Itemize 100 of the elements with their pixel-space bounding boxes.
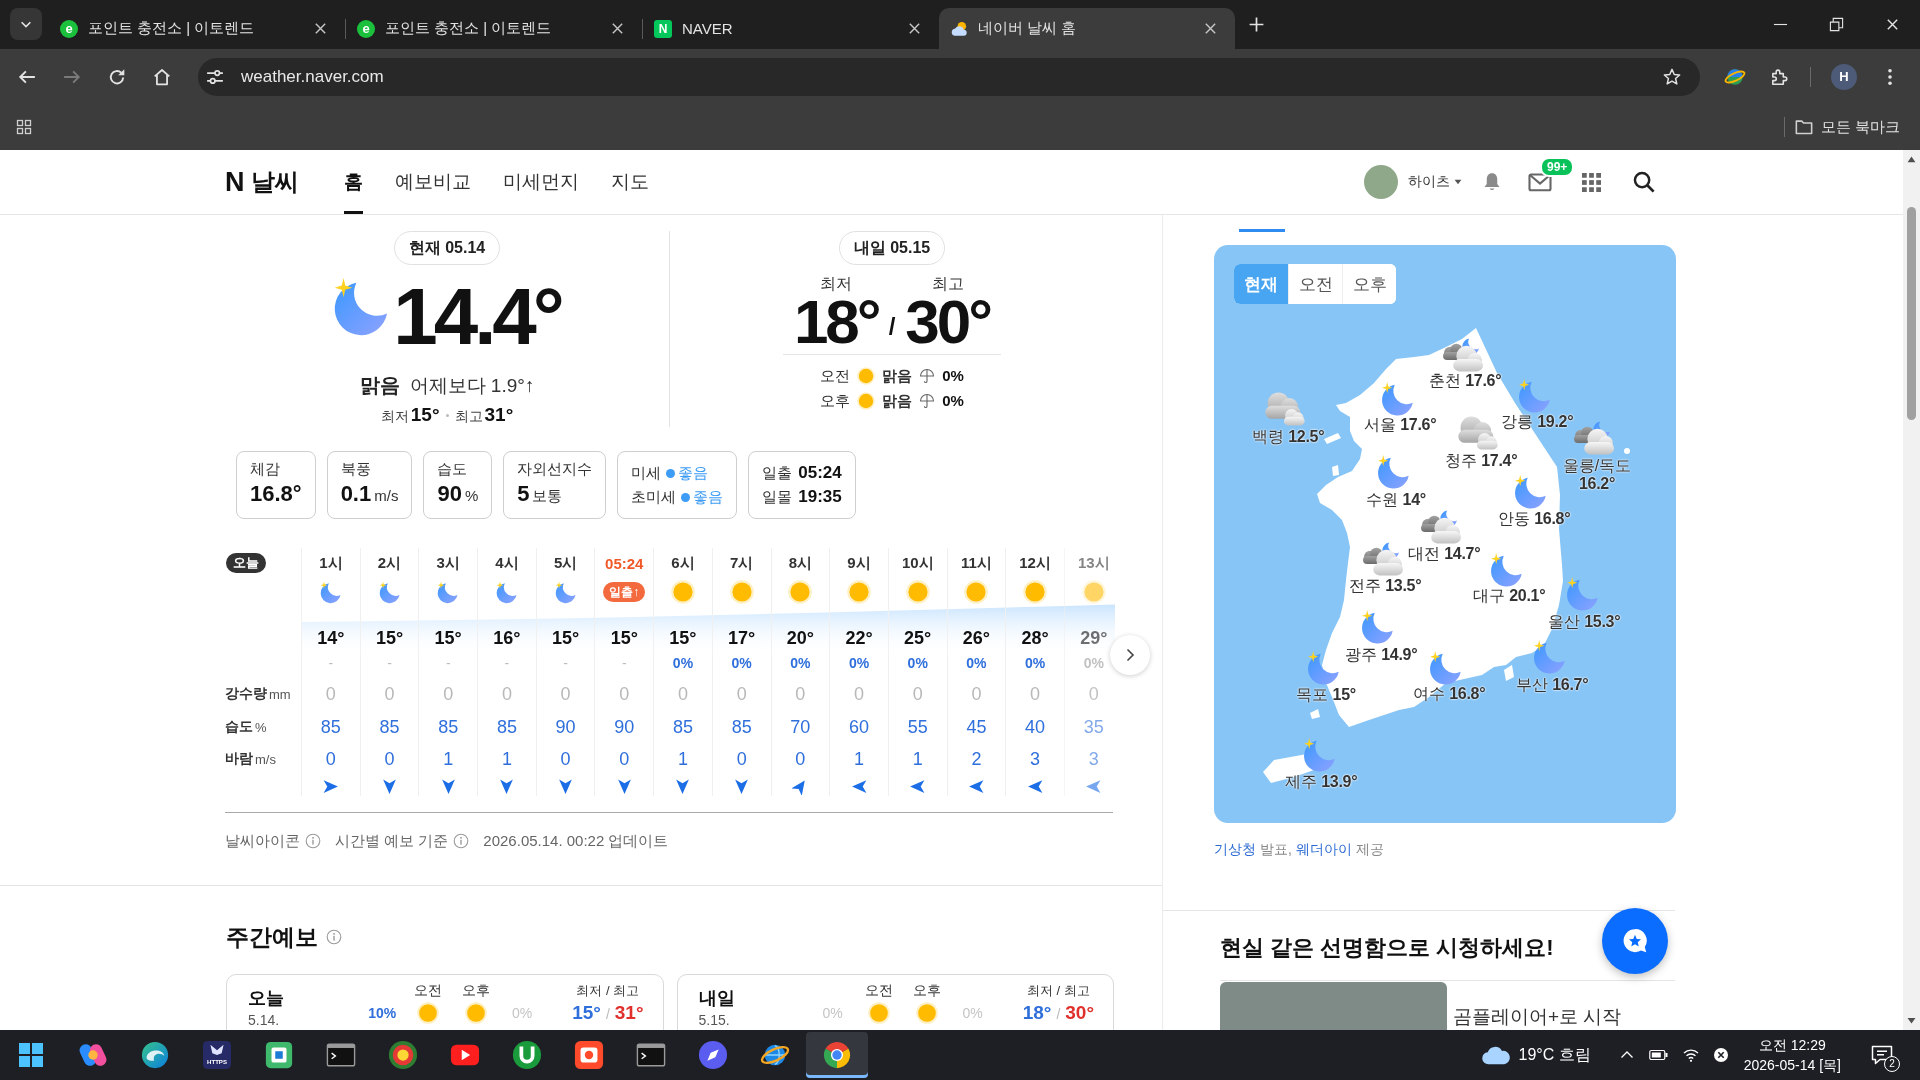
bell-icon[interactable] bbox=[1482, 171, 1502, 193]
source-link[interactable]: 웨더아이 bbox=[1295, 841, 1352, 857]
favicon: e bbox=[357, 19, 375, 38]
scrollbar-thumb[interactable] bbox=[1907, 207, 1916, 420]
site-logo[interactable]: N 날씨 bbox=[225, 150, 299, 214]
avatar[interactable] bbox=[1364, 165, 1398, 199]
info-icon[interactable] bbox=[326, 929, 342, 945]
humidity: 85 bbox=[496, 716, 517, 738]
scroll-up-icon[interactable] bbox=[1907, 156, 1916, 163]
close-icon[interactable] bbox=[313, 21, 328, 36]
battery-icon[interactable] bbox=[1648, 1047, 1669, 1063]
rainfall: 0 bbox=[1088, 683, 1099, 705]
nav-tab[interactable]: 홈 bbox=[343, 150, 363, 214]
range-label: 최저 / 최고 bbox=[576, 982, 640, 1000]
restore-icon[interactable] bbox=[1829, 17, 1844, 32]
precipitation-chance: - bbox=[621, 654, 627, 672]
circle-x-icon[interactable] bbox=[1712, 1047, 1729, 1063]
high-label: 최고 bbox=[931, 274, 964, 294]
rainfall: 0 bbox=[1030, 683, 1041, 705]
close-icon[interactable] bbox=[1885, 17, 1900, 32]
humidity: 90 bbox=[614, 716, 635, 738]
period-tab[interactable]: 오후 bbox=[1342, 264, 1396, 304]
hour-label: 5시 bbox=[553, 553, 578, 573]
wifi-icon[interactable] bbox=[1682, 1047, 1699, 1063]
square-app-icon bbox=[264, 1040, 294, 1070]
precipitation-chance: 0% bbox=[1083, 654, 1104, 672]
hour-label: 11시 bbox=[960, 553, 992, 573]
wind-speed: 0 bbox=[795, 748, 806, 770]
clock-time[interactable]: 오전 12:29 bbox=[1758, 1035, 1826, 1055]
apps-grid-icon[interactable] bbox=[16, 119, 32, 135]
cloud-icon[interactable] bbox=[1480, 1044, 1511, 1066]
footer-note: 날씨아이콘 bbox=[225, 831, 300, 851]
new-tab-icon[interactable] bbox=[1248, 16, 1265, 33]
taskbar-button[interactable] bbox=[806, 1032, 868, 1078]
humidity: 85 bbox=[379, 716, 400, 738]
caret-icon[interactable] bbox=[1454, 179, 1462, 185]
site-info-icon[interactable] bbox=[206, 67, 224, 86]
mail-icon[interactable] bbox=[1528, 170, 1552, 194]
current-temperature: 14.4° bbox=[393, 277, 561, 357]
city-temperature-label: 목포 15° bbox=[1296, 686, 1356, 704]
selected-tab-indicator bbox=[1239, 229, 1285, 232]
temperature: 14° bbox=[317, 627, 345, 650]
source-credit: 기상청 발표, 웨더아이 제공 bbox=[1214, 840, 1384, 859]
high-temperature: 31° bbox=[614, 1001, 644, 1025]
home-icon[interactable] bbox=[153, 67, 171, 86]
start-icon[interactable] bbox=[19, 1043, 43, 1067]
all-bookmarks-button[interactable]: 모든 북마크 bbox=[1794, 117, 1900, 137]
count-badge: 2 bbox=[1884, 1056, 1900, 1072]
precipitation-chance: - bbox=[387, 654, 392, 672]
sun-icon bbox=[847, 580, 872, 604]
hour-label: 1시 bbox=[319, 553, 343, 573]
address-bar[interactable]: weather.naver.com bbox=[198, 57, 1700, 96]
separator: / bbox=[605, 1005, 610, 1024]
sun-label: 일몰 bbox=[762, 487, 793, 507]
cloud-sun-icon bbox=[950, 19, 968, 38]
cloud-moon-icon bbox=[1442, 337, 1484, 373]
clock-date[interactable]: 2026-05-14 [목] bbox=[1743, 1055, 1841, 1075]
sun-icon bbox=[729, 580, 754, 604]
humidity: 35 bbox=[1083, 716, 1104, 738]
temperature: 15° bbox=[434, 627, 462, 650]
close-icon[interactable] bbox=[610, 21, 625, 36]
nav-tab[interactable]: 미세먼지 bbox=[502, 150, 579, 214]
hour-label: 12시 bbox=[1019, 553, 1051, 573]
apps-grid-icon[interactable] bbox=[1582, 172, 1601, 192]
humidity: 85 bbox=[672, 716, 693, 738]
tab-list-button[interactable] bbox=[10, 8, 42, 40]
browser-tab[interactable]: N NAVER bbox=[643, 8, 939, 49]
url-text[interactable]: weather.naver.com bbox=[241, 66, 384, 87]
browser-tab[interactable]: e 포인트 충전소 | 이토렌드 bbox=[346, 8, 642, 49]
chat-button[interactable] bbox=[1602, 908, 1668, 974]
close-icon[interactable] bbox=[907, 21, 922, 36]
sun-label: 일출 bbox=[762, 463, 793, 483]
puzzle-icon[interactable] bbox=[1770, 67, 1788, 86]
period-label: 오후 bbox=[912, 982, 941, 1000]
browser-tab[interactable]: e 포인트 충전소 | 이토렌드 bbox=[49, 8, 345, 49]
browser-tab[interactable]: 네이버 날씨 홈 bbox=[939, 8, 1235, 49]
card-unit: 보통 bbox=[532, 487, 563, 504]
promo-title: 현실 같은 선명함으로 시청하세요! bbox=[1220, 934, 1554, 962]
nav-tab[interactable]: 지도 bbox=[610, 150, 649, 214]
city-temperature-label: 대전 14.7° bbox=[1407, 545, 1481, 563]
rainfall: 0 bbox=[912, 683, 923, 705]
next-button[interactable] bbox=[1110, 635, 1150, 675]
cloud-moon-icon bbox=[1573, 420, 1615, 456]
reload-icon[interactable] bbox=[108, 67, 126, 86]
info-icon[interactable] bbox=[305, 833, 321, 849]
rainfall: 0 bbox=[325, 683, 336, 705]
wind-speed: 1 bbox=[443, 748, 454, 770]
bookmark-star-icon[interactable] bbox=[1663, 67, 1681, 86]
user-name[interactable]: 하이츠 bbox=[1408, 173, 1450, 191]
weather-text[interactable]: 19°C 흐림 bbox=[1518, 1044, 1591, 1066]
nav-tab[interactable]: 예보비교 bbox=[394, 150, 471, 214]
scroll-down-icon[interactable] bbox=[1907, 1017, 1916, 1024]
source-link[interactable]: 기상청 bbox=[1214, 841, 1256, 857]
emblem-icon bbox=[388, 1040, 418, 1070]
profile-button[interactable]: H bbox=[1831, 63, 1857, 90]
notification-icon[interactable] bbox=[1870, 1043, 1894, 1067]
search-icon[interactable] bbox=[1633, 171, 1655, 193]
promo-caption[interactable]: 곰플레이어+로 시작 bbox=[1453, 1005, 1622, 1030]
close-icon[interactable] bbox=[1203, 21, 1218, 36]
info-icon[interactable] bbox=[453, 833, 470, 849]
